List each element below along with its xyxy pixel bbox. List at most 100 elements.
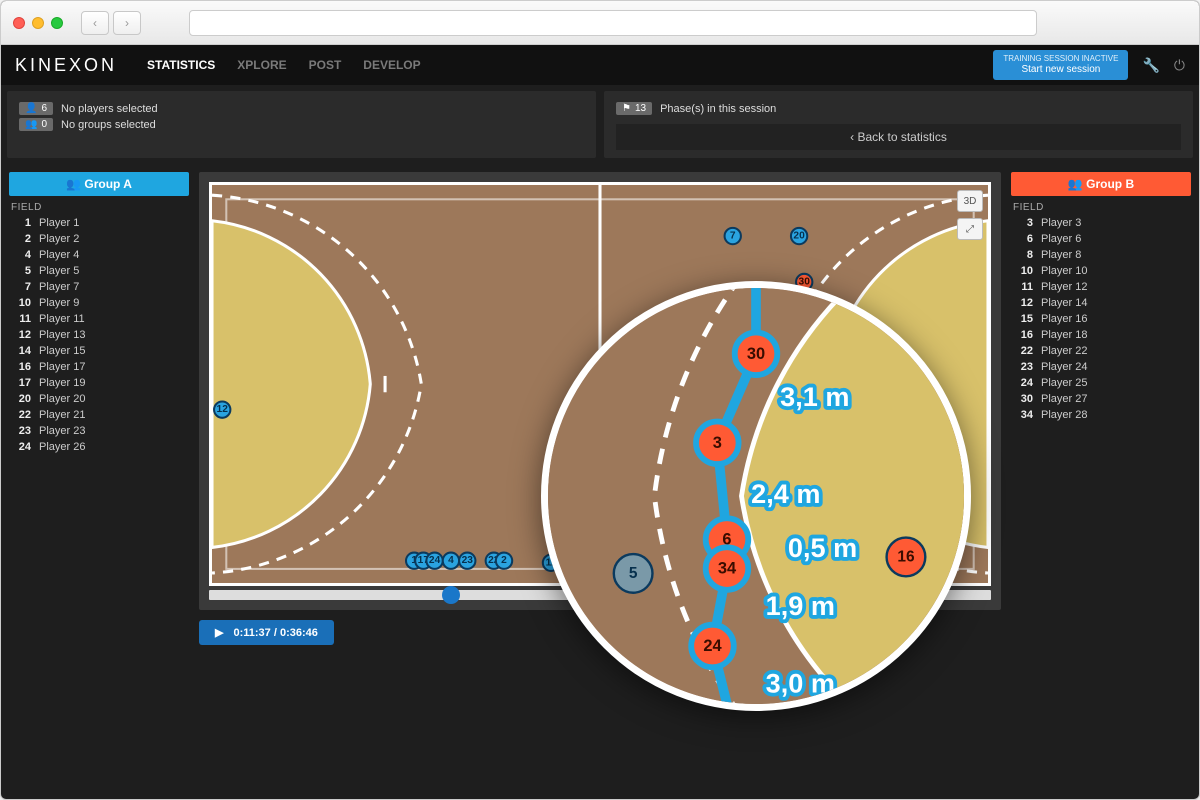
player-marker[interactable]: 12	[214, 401, 230, 417]
playback-time: 0:11:37 / 0:36:46	[233, 627, 317, 639]
groups-count-badge: 👥0	[19, 118, 53, 131]
sub-header: 👤6 No players selected 👥0 No groups sele…	[1, 85, 1199, 164]
player-row[interactable]: 17Player 19	[9, 375, 189, 391]
svg-text:23: 23	[462, 555, 474, 566]
nav-forward-button[interactable]: ›	[113, 11, 141, 35]
player-row[interactable]: 12Player 14	[1011, 295, 1191, 311]
player-row[interactable]: 22Player 21	[9, 407, 189, 423]
svg-text:34: 34	[718, 560, 737, 578]
nav-back-button[interactable]: ‹	[81, 11, 109, 35]
maximize-icon[interactable]	[51, 17, 63, 29]
close-icon[interactable]	[13, 17, 25, 29]
distance-label: 3,0 m	[766, 667, 835, 698]
player-row[interactable]: 12Player 13	[9, 327, 189, 343]
address-bar[interactable]	[189, 10, 1037, 36]
group-b-player-list: 3Player 36Player 68Player 810Player 1011…	[1011, 215, 1191, 423]
player-row[interactable]: 20Player 20	[9, 391, 189, 407]
selection-panel: 👤6 No players selected 👥0 No groups sele…	[7, 91, 596, 158]
player-row[interactable]: 10Player 10	[1011, 263, 1191, 279]
browser-titlebar: ‹ ›	[1, 1, 1199, 45]
player-row[interactable]: 10Player 9	[9, 295, 189, 311]
svg-text:20: 20	[793, 231, 805, 242]
session-status: TRAINING SESSION INACTIVE	[1003, 54, 1118, 64]
nav-develop[interactable]: DEVELOP	[363, 58, 420, 72]
phases-count-badge: ⚑13	[616, 102, 652, 115]
svg-text:24: 24	[703, 637, 722, 655]
player-row[interactable]: 5Player 5	[9, 263, 189, 279]
player-marker[interactable]: 20	[791, 228, 807, 244]
player-row[interactable]: 23Player 23	[9, 423, 189, 439]
distance-label: 0,5 m	[788, 532, 857, 563]
magnifier-overlay: 30363424 5 16 3,1 m2,4 m0,5 m1,9 m3,0 m	[541, 281, 971, 711]
group-a-section-label: FIELD	[11, 202, 189, 213]
mag-player-blue: 5	[629, 565, 638, 582]
player-marker[interactable]: 23	[459, 553, 475, 569]
start-session-button[interactable]: TRAINING SESSION INACTIVE Start new sess…	[993, 50, 1128, 80]
player-row[interactable]: 6Player 6	[1011, 231, 1191, 247]
player-row[interactable]: 1Player 1	[9, 215, 189, 231]
sidebar-group-a: 👥 Group A FIELD 1Player 12Player 24Playe…	[9, 172, 189, 645]
group-a-header[interactable]: 👥 Group A	[9, 172, 189, 196]
player-row[interactable]: 24Player 26	[9, 439, 189, 455]
svg-text:3: 3	[713, 434, 722, 452]
player-row[interactable]: 7Player 7	[9, 279, 189, 295]
player-row[interactable]: 22Player 22	[1011, 343, 1191, 359]
svg-text:12: 12	[217, 404, 229, 415]
groups-selected-label: No groups selected	[61, 119, 156, 131]
nav-statistics[interactable]: STATISTICS	[147, 58, 215, 72]
toggle-3d-button[interactable]: 3D	[957, 190, 983, 212]
minimize-icon[interactable]	[32, 17, 44, 29]
player-row[interactable]: 4Player 4	[9, 247, 189, 263]
player-marker[interactable]: 2	[496, 553, 512, 569]
settings-icon[interactable]: 🔧	[1142, 57, 1159, 74]
timeline-knob[interactable]	[442, 586, 460, 604]
player-marker[interactable]: 24	[426, 553, 442, 569]
svg-text:4: 4	[448, 555, 454, 566]
play-button[interactable]: ▶ 0:11:37 / 0:36:46	[199, 620, 334, 645]
player-row[interactable]: 11Player 12	[1011, 279, 1191, 295]
group-b-section-label: FIELD	[1013, 202, 1191, 213]
player-row[interactable]: 8Player 8	[1011, 247, 1191, 263]
flag-icon: ⚑	[622, 103, 631, 114]
player-row[interactable]: 24Player 25	[1011, 375, 1191, 391]
main-nav: STATISTICS XPLORE POST DEVELOP	[147, 58, 421, 72]
phases-panel: ⚑13 Phase(s) in this session ‹ Back to s…	[604, 91, 1193, 158]
players-count-badge: 👤6	[19, 102, 53, 115]
group-icon: 👥	[66, 177, 84, 191]
players-selected-label: No players selected	[61, 103, 158, 115]
nav-xplore[interactable]: XPLORE	[237, 58, 286, 72]
power-icon[interactable]: ⏻	[1174, 57, 1185, 74]
back-to-statistics-link[interactable]: ‹ Back to statistics	[616, 124, 1181, 150]
player-row[interactable]: 16Player 17	[9, 359, 189, 375]
player-row[interactable]: 2Player 2	[9, 231, 189, 247]
group-icon: 👥	[25, 119, 37, 130]
svg-text:24: 24	[429, 555, 441, 566]
brand-logo: KINEXON	[15, 55, 117, 76]
player-row[interactable]: 3Player 3	[1011, 215, 1191, 231]
svg-text:30: 30	[747, 345, 765, 363]
session-action: Start new session	[1021, 64, 1100, 75]
person-icon: 👤	[25, 103, 37, 114]
player-row[interactable]: 30Player 27	[1011, 391, 1191, 407]
mag-player-red: 16	[897, 548, 915, 565]
player-row[interactable]: 15Player 16	[1011, 311, 1191, 327]
group-b-header[interactable]: 👥 Group B	[1011, 172, 1191, 196]
fullscreen-button[interactable]: ⤢	[957, 218, 983, 240]
distance-label: 1,9 m	[766, 590, 835, 621]
svg-text:2: 2	[501, 555, 507, 566]
svg-text:7: 7	[730, 231, 736, 242]
nav-post[interactable]: POST	[309, 58, 342, 72]
sidebar-group-b: 👥 Group B FIELD 3Player 36Player 68Playe…	[1011, 172, 1191, 645]
distance-label: 2,4 m	[751, 478, 820, 509]
app-header: KINEXON STATISTICS XPLORE POST DEVELOP T…	[1, 45, 1199, 85]
player-marker[interactable]: 4	[443, 553, 459, 569]
player-row[interactable]: 34Player 28	[1011, 407, 1191, 423]
player-row[interactable]: 11Player 11	[9, 311, 189, 327]
player-row[interactable]: 14Player 15	[9, 343, 189, 359]
player-row[interactable]: 23Player 24	[1011, 359, 1191, 375]
player-marker[interactable]: 7	[725, 228, 741, 244]
window-controls	[13, 17, 63, 29]
distance-label: 3,1 m	[780, 381, 849, 412]
player-row[interactable]: 16Player 18	[1011, 327, 1191, 343]
play-icon: ▶	[215, 626, 223, 639]
